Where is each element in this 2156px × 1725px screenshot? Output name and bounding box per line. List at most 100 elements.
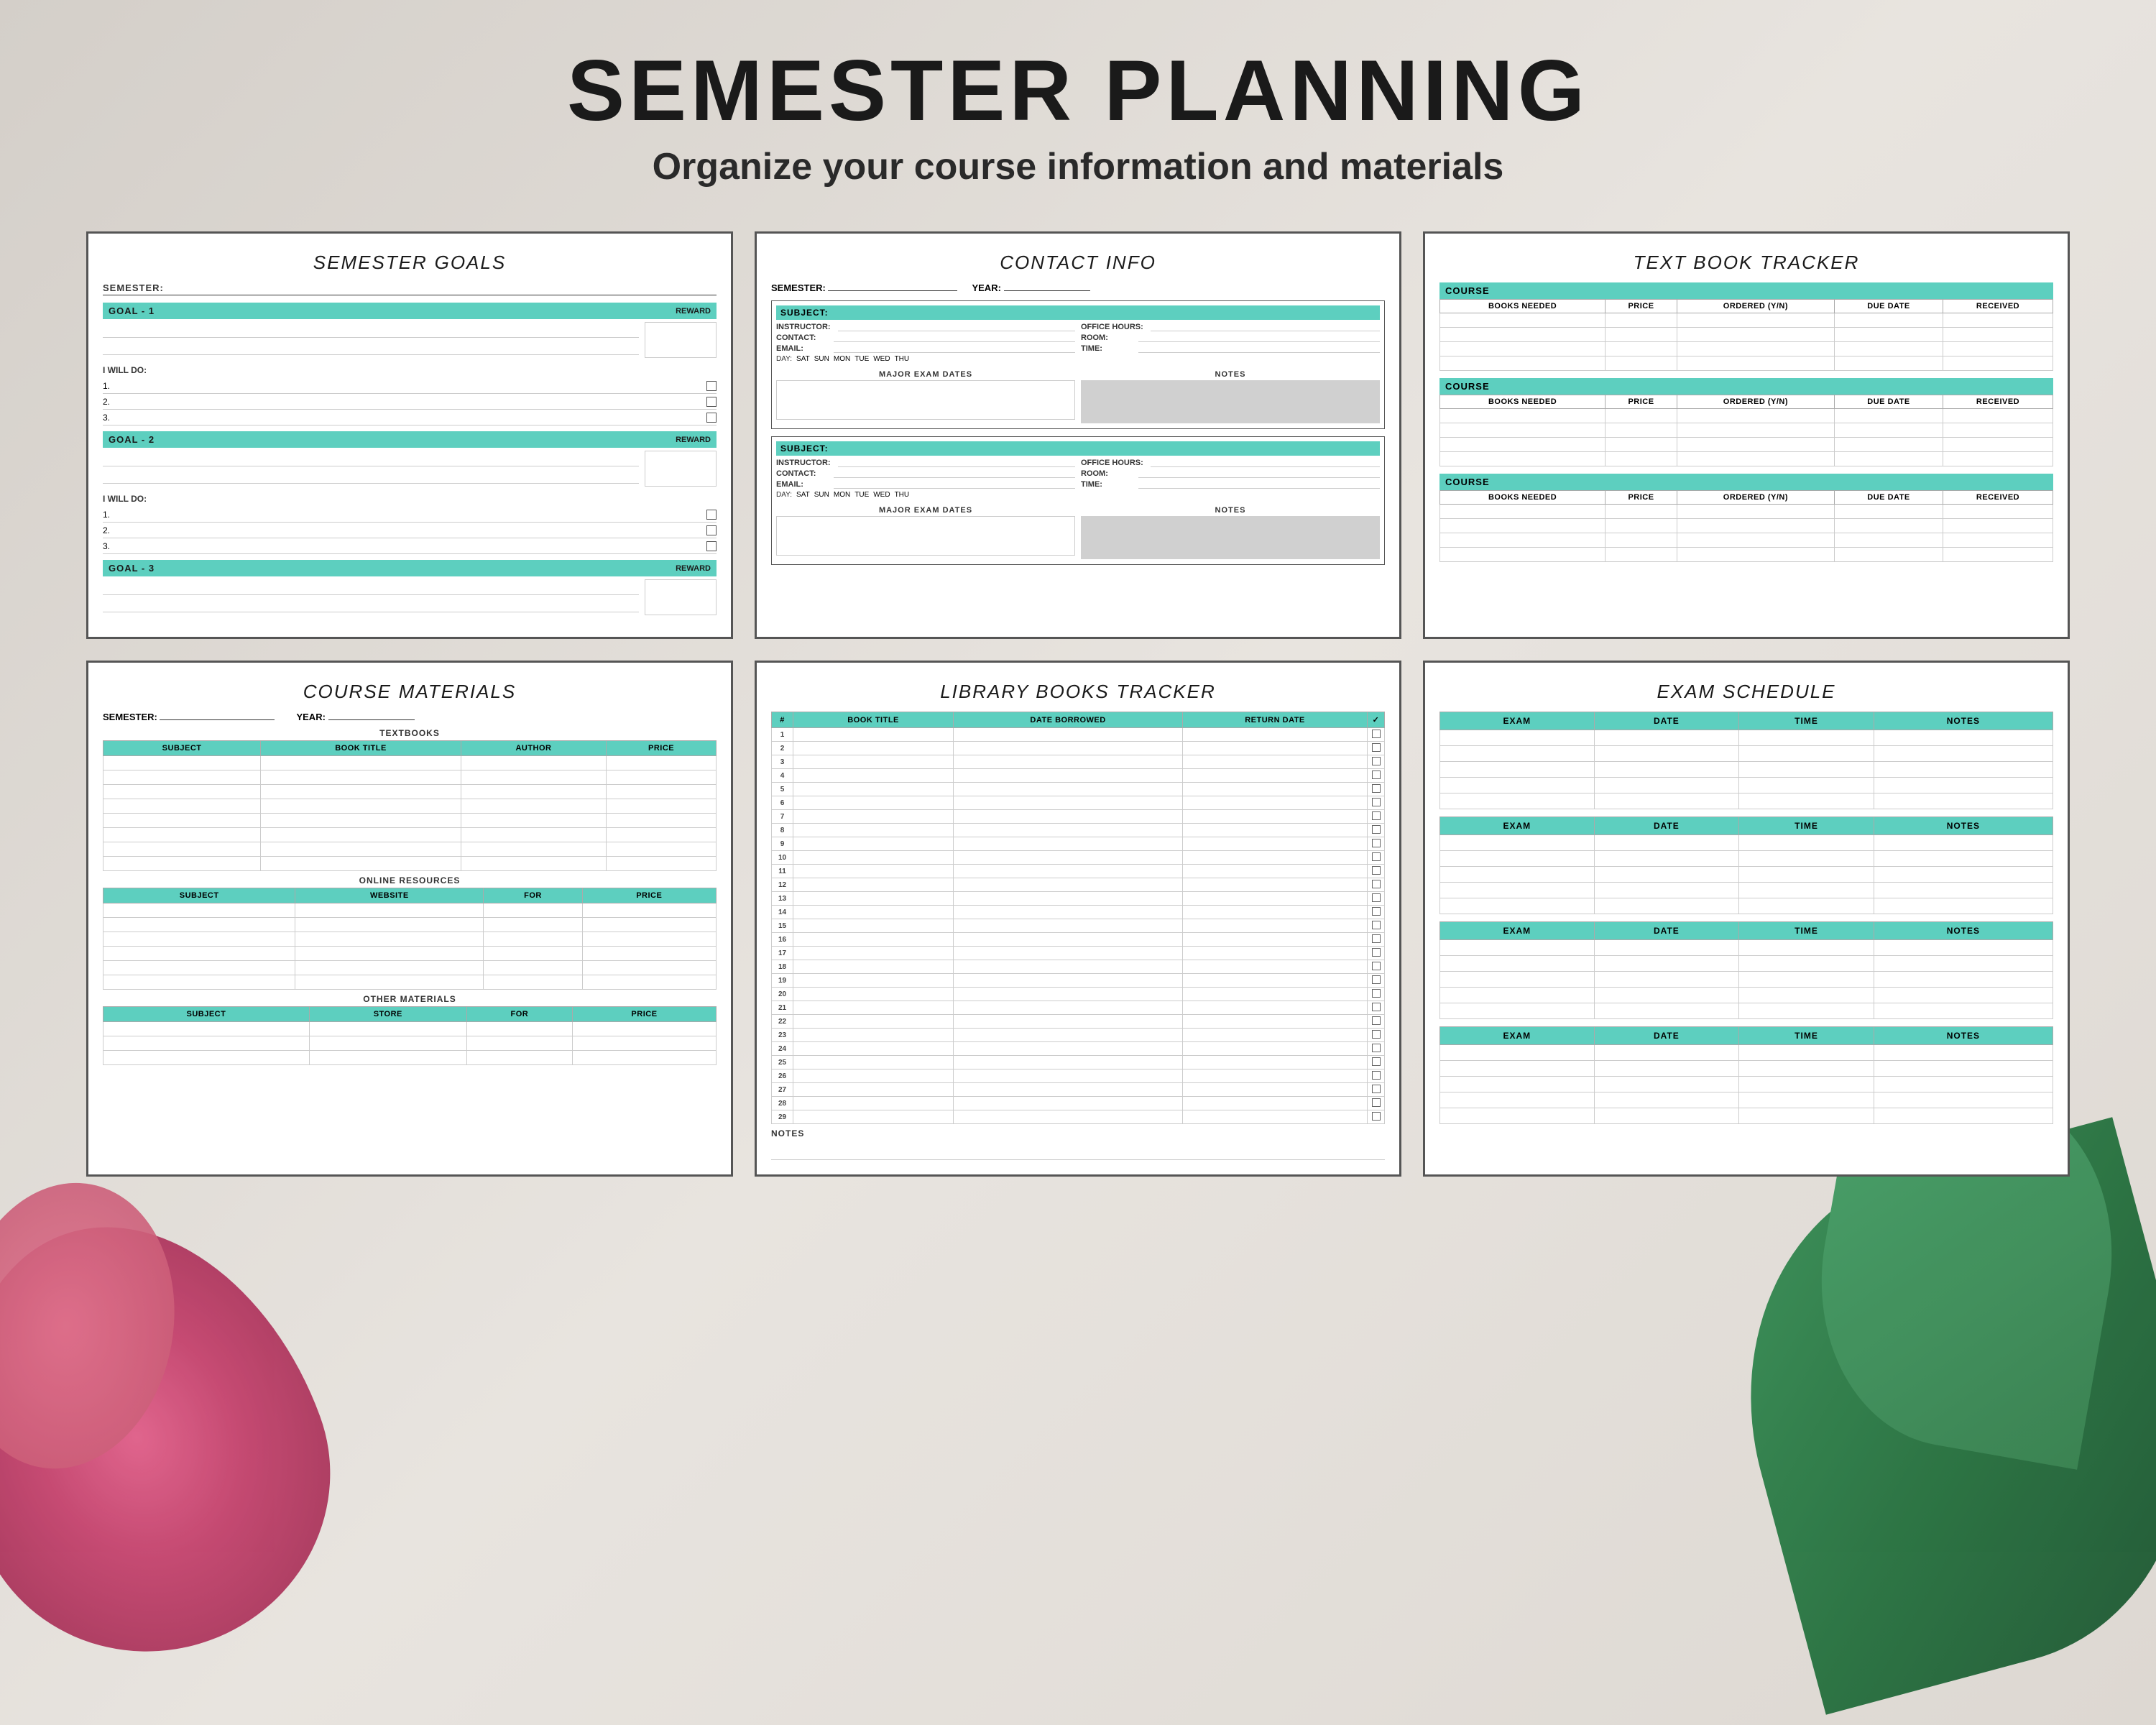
contact-right-1: OFFICE HOURS: ROOM: TIME: [1081, 323, 1380, 363]
exam-card-title: EXAM SCHEDULE [1439, 680, 2053, 703]
room-row-2: ROOM: [1081, 469, 1380, 478]
th-time-3: TIME [1739, 922, 1874, 940]
will-do-2-label: I WILL DO: [103, 494, 717, 504]
goal-1-reward: REWARD [676, 307, 711, 316]
th-price-2: PRICE [1606, 395, 1677, 409]
th-due-date-3: DUE DATE [1834, 491, 1943, 505]
contact-section-2: SUBJECT: INSTRUCTOR: CONTACT: EMAIL: [771, 436, 1385, 565]
exam-dates-col-2: MAJOR EXAM DATES [776, 503, 1075, 560]
office-hours-row-2: OFFICE HOURS: [1081, 459, 1380, 467]
room-row: ROOM: [1081, 334, 1380, 342]
goal-2-reward: REWARD [676, 436, 711, 444]
th-notes-1: NOTES [1874, 712, 2053, 730]
th-website: WEBSITE [295, 888, 484, 903]
will-do-1-item3: 3. [103, 410, 717, 426]
th-for-other: FOR [466, 1007, 572, 1022]
th-time-4: TIME [1739, 1027, 1874, 1045]
will-do-1-item1: 1. [103, 378, 717, 394]
contact-subject-header-2: SUBJECT: [776, 441, 1380, 456]
th-ordered-1: ORDERED (Y/N) [1677, 300, 1834, 313]
library-notes-line[interactable] [771, 1138, 1385, 1160]
th-num: # [772, 712, 793, 728]
course-mat-year: YEAR: [296, 712, 414, 722]
textbook-course-2: COURSE [1439, 378, 2053, 395]
office-hours-row: OFFICE HOURS: [1081, 323, 1380, 331]
contact-card-title: CONTACT INFO [771, 251, 1385, 274]
th-books-needed-1: BOOKS NEEDED [1440, 300, 1606, 313]
contact-subject-header-1: SUBJECT: [776, 305, 1380, 320]
th-ordered-2: ORDERED (Y/N) [1677, 395, 1834, 409]
th-exam-1: EXAM [1440, 712, 1595, 730]
days-row-1: DAY: SATSUNMONTUEWEDTHU [776, 355, 1075, 363]
main-content: SEMESTER PLANNING Organize your course i… [0, 0, 2156, 1177]
contact-section-1: SUBJECT: INSTRUCTOR: CONTACT: EMAIL: [771, 300, 1385, 429]
th-due-date-1: DUE DATE [1834, 300, 1943, 313]
goals-card-title: SEMESTER GOALS [103, 251, 717, 274]
th-time-2: TIME [1739, 817, 1874, 835]
email-row: EMAIL: [776, 344, 1075, 353]
contact-row-2: CONTACT: [776, 469, 1075, 478]
exam-table-3: EXAM DATE TIME NOTES [1439, 921, 2053, 1019]
exam-schedule-card: EXAM SCHEDULE EXAM DATE TIME NOTES [1423, 661, 2070, 1177]
course-materials-card: COURSE MATERIALS SEMESTER: YEAR: TEXTBOO… [86, 661, 733, 1177]
goal-3-row: GOAL - 3 REWARD [103, 560, 717, 576]
will-do-2-item2: 2. [103, 523, 717, 538]
library-table: # BOOK TITLE DATE BORROWED RETURN DATE ✓… [771, 712, 1385, 1124]
textbook-table-1: BOOKS NEEDED PRICE ORDERED (Y/N) DUE DAT… [1439, 299, 2053, 371]
th-author: AUTHOR [461, 741, 606, 756]
other-materials-label: OTHER MATERIALS [103, 994, 717, 1004]
th-notes-4: NOTES [1874, 1027, 2053, 1045]
textbook-tracker-card: TEXT BOOK TRACKER COURSE BOOKS NEEDED PR… [1423, 231, 2070, 639]
textbook-course-3: COURSE [1439, 474, 2053, 490]
th-time-1: TIME [1739, 712, 1874, 730]
textbook-card-title: TEXT BOOK TRACKER [1439, 251, 2053, 274]
textbooks-section-label: TEXTBOOKS [103, 728, 717, 738]
goal-2-row: GOAL - 2 REWARD [103, 431, 717, 448]
textbooks-table: SUBJECT BOOK TITLE AUTHOR PRICE [103, 740, 717, 871]
notes-box-2[interactable] [1081, 516, 1380, 559]
th-date-3: DATE [1594, 922, 1739, 940]
goal-2-label: GOAL - 2 [109, 434, 155, 445]
textbook-table-3: BOOKS NEEDED PRICE ORDERED (Y/N) DUE DAT… [1439, 490, 2053, 562]
course-mat-meta: SEMESTER: YEAR: [103, 712, 717, 722]
th-received-3: RECEIVED [1943, 491, 2053, 505]
cards-grid: SEMESTER GOALS SEMESTER: GOAL - 1 REWARD… [43, 231, 2113, 1177]
contact-two-col-2: INSTRUCTOR: CONTACT: EMAIL: DAY: [776, 459, 1380, 499]
contact-two-col-1: INSTRUCTOR: CONTACT: EMAIL: DAY: [776, 323, 1380, 363]
goal-2-reward-box[interactable] [645, 451, 717, 487]
th-received-2: RECEIVED [1943, 395, 2053, 409]
th-date-1: DATE [1594, 712, 1739, 730]
exam-dates-label-2: MAJOR EXAM DATES [776, 506, 1075, 515]
days-row-2: DAY: SATSUNMONTUEWEDTHU [776, 491, 1075, 499]
th-exam-2: EXAM [1440, 817, 1595, 835]
exam-section-2: EXAM DATE TIME NOTES [1439, 816, 2053, 914]
notes-col: NOTES [1081, 367, 1380, 424]
goal-2-lines [103, 451, 639, 491]
goal-1-label: GOAL - 1 [109, 305, 155, 316]
goal-1-content [103, 322, 717, 362]
th-price-text: PRICE [607, 741, 717, 756]
exam-dates-box-2[interactable] [776, 516, 1075, 556]
th-date-2: DATE [1594, 817, 1739, 835]
contact-right-2: OFFICE HOURS: ROOM: TIME: [1081, 459, 1380, 499]
contact-meta: SEMESTER: YEAR: [771, 282, 1385, 293]
online-resources-label: ONLINE RESOURCES [103, 875, 717, 886]
th-books-needed-2: BOOKS NEEDED [1440, 395, 1606, 409]
contact-semester-label: SEMESTER: [771, 282, 957, 293]
will-do-1-label: I WILL DO: [103, 365, 717, 375]
th-due-date-2: DUE DATE [1834, 395, 1943, 409]
course-mat-semester: SEMESTER: [103, 712, 275, 722]
th-store: STORE [309, 1007, 466, 1022]
contact-row: CONTACT: [776, 334, 1075, 342]
th-subject-online: SUBJECT [103, 888, 295, 903]
exam-dates-box[interactable] [776, 380, 1075, 420]
goal-3-reward: REWARD [676, 564, 711, 573]
th-price-other: PRICE [572, 1007, 716, 1022]
notes-box[interactable] [1081, 380, 1380, 423]
goal-3-reward-box[interactable] [645, 579, 717, 615]
other-materials-table: SUBJECT STORE FOR PRICE [103, 1006, 717, 1065]
th-book-title-lib: BOOK TITLE [793, 712, 954, 728]
th-price-1: PRICE [1606, 300, 1677, 313]
goal-1-reward-box[interactable] [645, 322, 717, 358]
contact-left-1: INSTRUCTOR: CONTACT: EMAIL: DAY: [776, 323, 1075, 363]
